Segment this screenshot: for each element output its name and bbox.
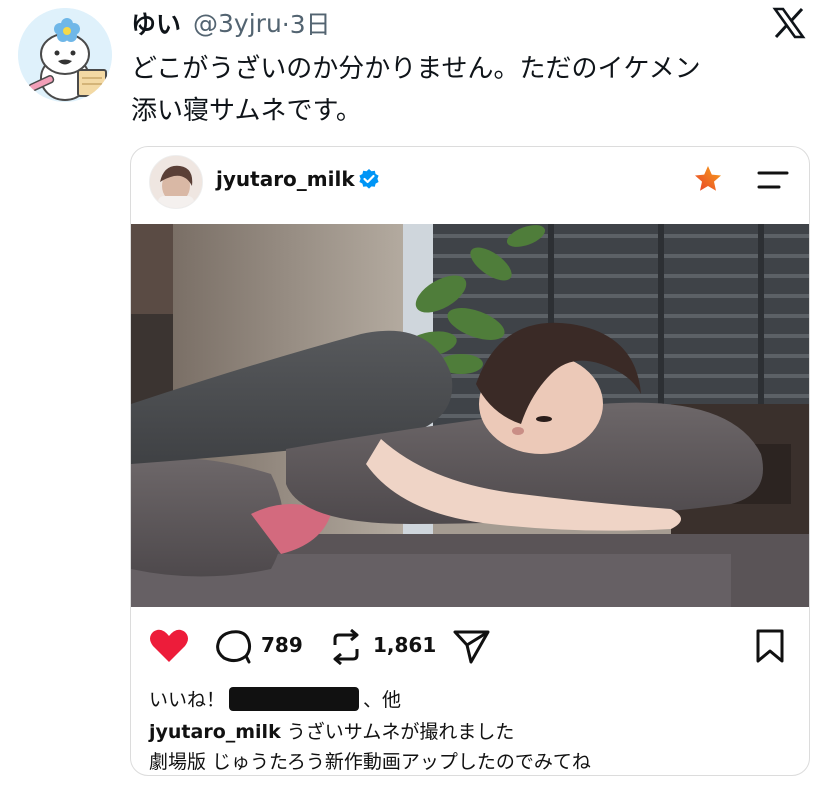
x-logo-icon[interactable] [772, 6, 806, 40]
caption-line-2: 劇場版 じゅうたろう新作動画アップしたのでみてね [149, 751, 591, 773]
tweet-text-line-2: 添い寝サムネです。 [131, 96, 362, 126]
repost-count: 1,861 [373, 633, 437, 657]
tweet-time[interactable]: ·3日 [282, 5, 331, 41]
caption-username[interactable]: jyutaro_milk [149, 721, 281, 743]
caption-text: うざいサムネが撮れました [280, 721, 515, 743]
likes-prefix: いいね！ [149, 689, 226, 711]
user-handle[interactable]: @3yjru [193, 9, 282, 38]
post-caption: jyutaro_milk うざいサムネが撮れました 劇場版 じゅうたろう新作動画… [149, 717, 799, 775]
menu-icon[interactable] [755, 169, 791, 191]
post-photo[interactable] [131, 224, 809, 607]
user-avatar[interactable] [18, 8, 112, 102]
repost-icon[interactable] [329, 628, 363, 669]
bookmark-icon[interactable] [755, 629, 785, 667]
avatar-illustration [18, 8, 112, 102]
comment-icon[interactable] [216, 630, 252, 668]
like-heart-icon[interactable] [149, 628, 189, 668]
redacted-username [229, 686, 360, 711]
tweet-text-line-1: どこがうざいのか分かりません。ただのイケメン [131, 54, 701, 84]
verified-badge-icon [358, 168, 380, 190]
display-name[interactable]: ゆい [131, 5, 181, 41]
share-send-icon[interactable] [453, 629, 491, 669]
ig-avatar[interactable] [149, 155, 203, 209]
photo-illustration [131, 224, 809, 607]
post-actions: 789 1,861 [131, 617, 809, 673]
tweet-header: ゆい @3yjru ·3日 [131, 6, 331, 40]
instagram-embed-card[interactable]: jyutaro_milk 789 1,861 いいね！ 、他 jyutaro_m… [130, 146, 810, 776]
favorite-star-icon[interactable] [693, 164, 723, 194]
ig-username[interactable]: jyutaro_milk [216, 167, 355, 191]
likes-line: いいね！ 、他 [149, 685, 401, 712]
likes-suffix: 、他 [363, 689, 402, 711]
tweet-text: どこがうざいのか分かりません。ただのイケメン 添い寝サムネです。 [131, 48, 801, 132]
comment-count: 789 [261, 633, 303, 657]
